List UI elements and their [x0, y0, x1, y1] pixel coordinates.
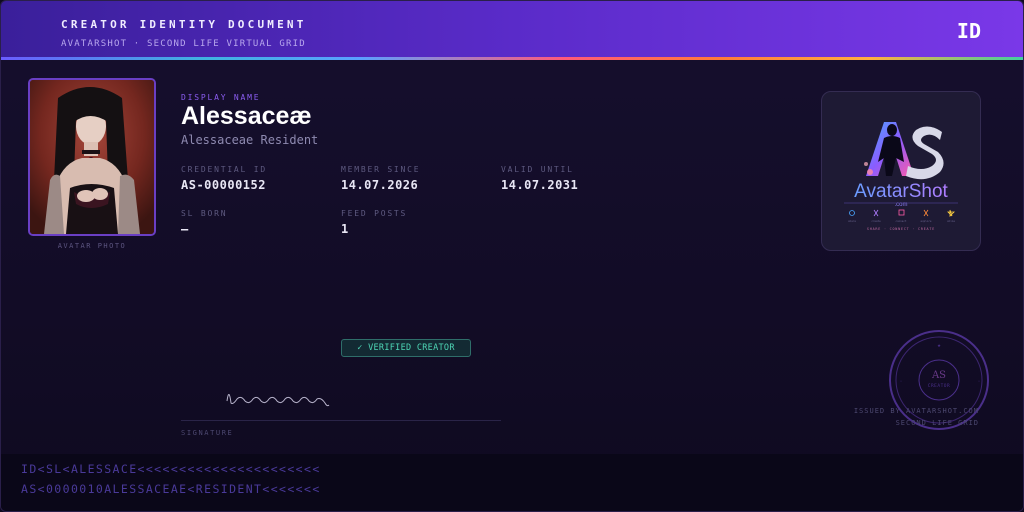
svg-text:create: create [871, 219, 881, 223]
member-since-label: MEMBER SINCE [341, 165, 421, 174]
sl-born-value: — [181, 222, 189, 236]
valid-until-label: VALID UNTIL [501, 165, 574, 174]
svg-text:·: · [977, 379, 980, 385]
issued-line-1: ISSUED BY AVATARSHOT.COM [853, 407, 979, 415]
member-since-value: 14.07.2026 [341, 178, 419, 192]
machine-readable-zone: ID<SL<ALESSACE<<<<<<<<<<<<<<<<<<<<<< AS<… [1, 454, 1023, 511]
svg-text:share: share [848, 219, 856, 223]
credential-id-label: CREDENTIAL ID [181, 165, 268, 174]
svg-text:explore: explore [921, 219, 932, 223]
avatarshot-logo-card: AvatarShot .com share create connect exp… [821, 91, 981, 251]
avatar-photo-caption: AVATAR PHOTO [57, 242, 127, 250]
seal-text: CREATOR [928, 383, 950, 389]
signature-label: SIGNATURE [181, 429, 234, 437]
avatar-portrait-icon [30, 80, 154, 234]
credential-id-value: AS-00000152 [181, 178, 266, 192]
valid-until-value: 14.07.2031 [501, 178, 579, 192]
signature-scribble [226, 394, 330, 407]
svg-text:·: · [899, 379, 902, 385]
mrz-line-1: ID<SL<ALESSACE<<<<<<<<<<<<<<<<<<<<<< [21, 462, 321, 476]
avatar-photo [28, 78, 156, 236]
header-id-badge: ID [956, 19, 981, 43]
display-name: Alessaceæ [181, 102, 312, 130]
svg-text:★: ★ [937, 342, 941, 349]
verified-creator-badge: ✓ VERIFIED CREATOR [341, 339, 471, 357]
avatarshot-logo: AvatarShot .com share create connect exp… [844, 122, 958, 231]
mrz-line-2: AS<0000010ALESSACEAE<RESIDENT<<<<<<< [21, 482, 321, 496]
display-name-label: DISPLAY NAME [181, 93, 261, 102]
feed-posts-value: 1 [341, 222, 349, 236]
header-rainbow-divider [1, 57, 1023, 60]
seal-monogram: AS [931, 370, 946, 381]
sl-born-label: SL BORN [181, 209, 228, 218]
card-header: CREATOR IDENTITY DOCUMENT AVATARSHOT · S… [1, 1, 1023, 57]
id-card: CREATOR IDENTITY DOCUMENT AVATARSHOT · S… [0, 0, 1024, 512]
resident-name: Alessaceae Resident [181, 133, 319, 147]
feed-posts-label: FEED POSTS [341, 209, 408, 218]
issued-by-text: ISSUED BY AVATARSHOT.COM SECOND LIFE GRI… [854, 405, 979, 429]
logo-wordmark: AvatarShot [854, 181, 948, 202]
header-subtitle: AVATARSHOT · SECOND LIFE VIRTUAL GRID [61, 39, 306, 49]
issued-line-2: SECOND LIFE GRID [895, 419, 979, 427]
header-title: CREATOR IDENTITY DOCUMENT [61, 18, 307, 31]
svg-text:shine: shine [947, 219, 955, 223]
signature-line [181, 420, 501, 421]
svg-text:connect: connect [896, 219, 907, 223]
logo-tagline: SHARE · CONNECT · CREATE [867, 227, 935, 231]
